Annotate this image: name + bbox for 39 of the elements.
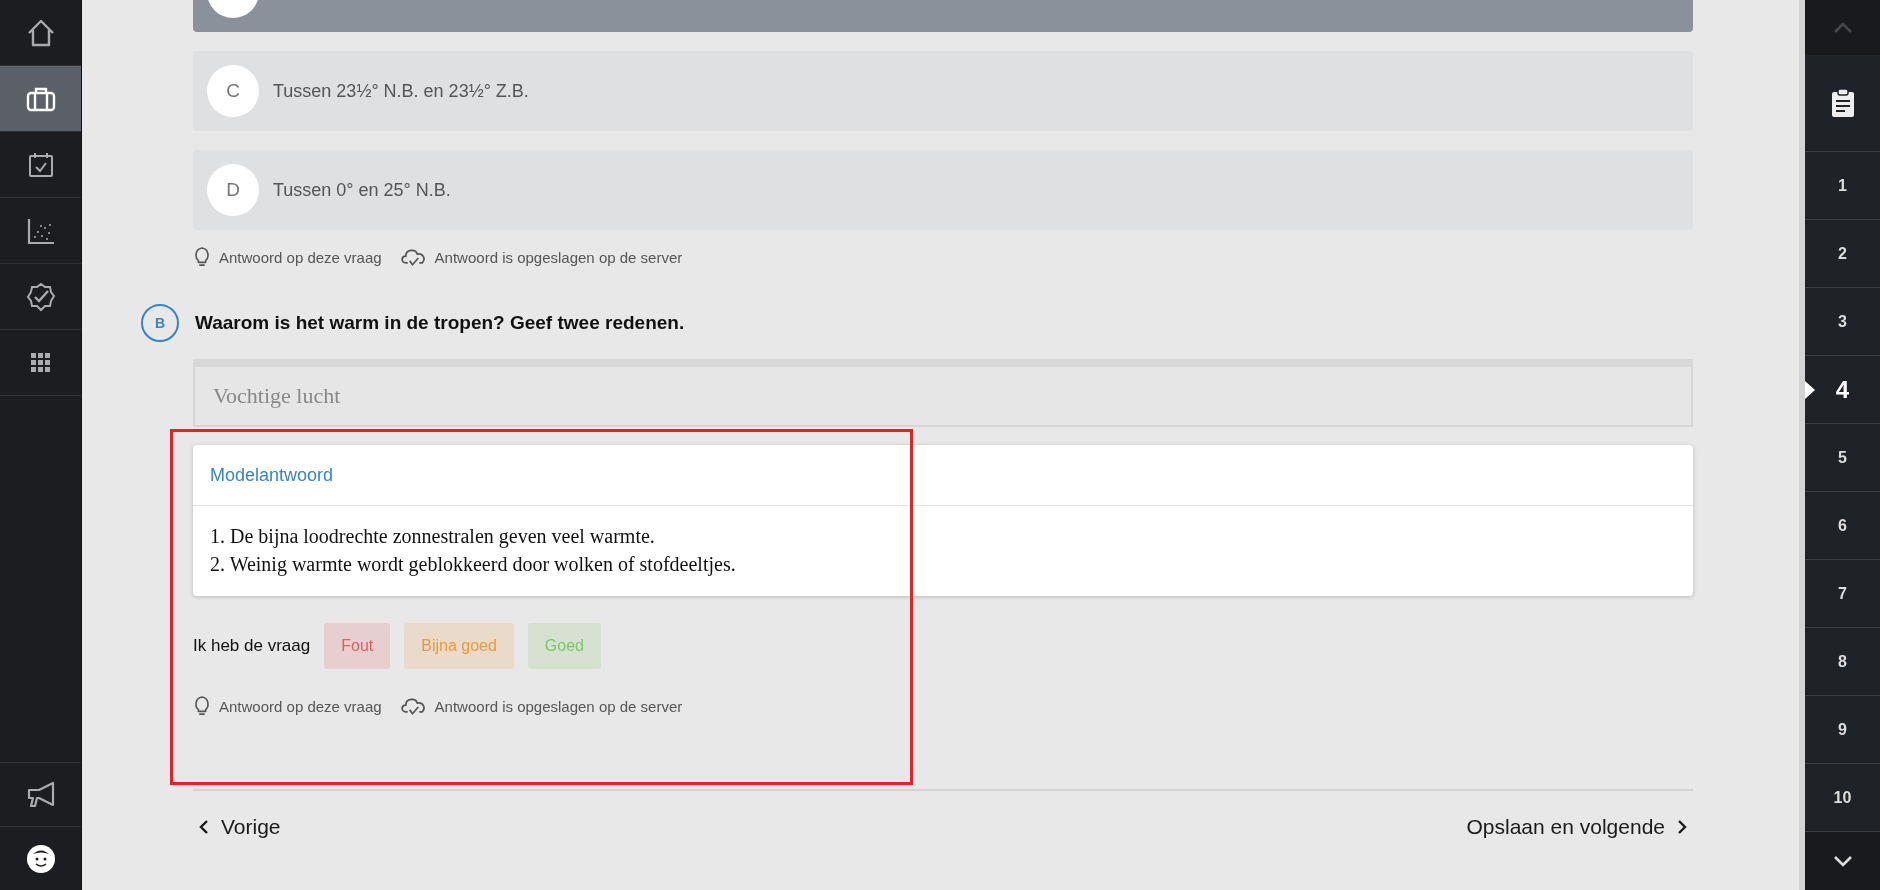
avatar-icon [24,842,57,875]
card-title: Modelantwoord [193,445,1693,506]
hint-text: Antwoord is opgeslagen op de server [434,697,683,715]
question-number[interactable]: 6 [1805,492,1880,560]
question-number[interactable]: 9 [1805,696,1880,764]
answer-option[interactable]: C Tussen 23½° N.B. en 23½° Z.B. [193,51,1693,131]
previous-button[interactable]: Vorige [193,811,287,843]
check-badge-icon [24,280,57,313]
rating-label: Ik heb de vraag [193,636,311,656]
answer-line: 1. De bijna loodrechte zonnestralen geven veel warmte. [210,524,656,550]
hint-text: Antwoord op deze vraag [219,697,382,715]
question-number[interactable]: 5 [1805,424,1880,492]
question-number[interactable]: 8 [1805,628,1880,696]
hint-text: Antwoord is opgeslagen op de server [434,248,683,266]
answer-line: 2. Weinig warmte wordt geblokkeerd door wolken of stofdeeltjes. [210,552,737,578]
question-number[interactable]: 1 [1805,152,1880,220]
chevron-down-icon [1832,855,1853,867]
chevron-right-icon [1677,819,1687,835]
question-number[interactable]: 7 [1805,560,1880,628]
cloud-check-icon [399,246,427,268]
grid-icon [30,352,51,373]
cloud-check-icon [399,695,427,717]
sidebar-item[interactable] [0,66,81,132]
current-marker-icon [1805,380,1815,399]
chevron-left-icon [199,819,209,835]
option-letter: D [207,164,259,216]
hint-text: Antwoord op deze vraag [219,248,382,266]
lightbulb-icon [193,695,211,717]
question-text: Waarom is het warm in de tropen? Geef twee redenen. [195,312,685,334]
question-letter: B [141,304,179,342]
next-button[interactable]: Opslaan en volgende [1460,811,1693,843]
lightbulb-icon [193,246,211,268]
question-number[interactable]: 3 [1805,288,1880,356]
option-letter: C [207,65,259,117]
clipboard-icon [1830,88,1855,118]
question-number[interactable]: 4 [1805,356,1880,424]
chevron-up-icon [1832,21,1853,34]
question-number[interactable]: 2 [1805,220,1880,288]
answer-option[interactable]: D Tussen 0° en 25° N.B. [193,150,1693,230]
